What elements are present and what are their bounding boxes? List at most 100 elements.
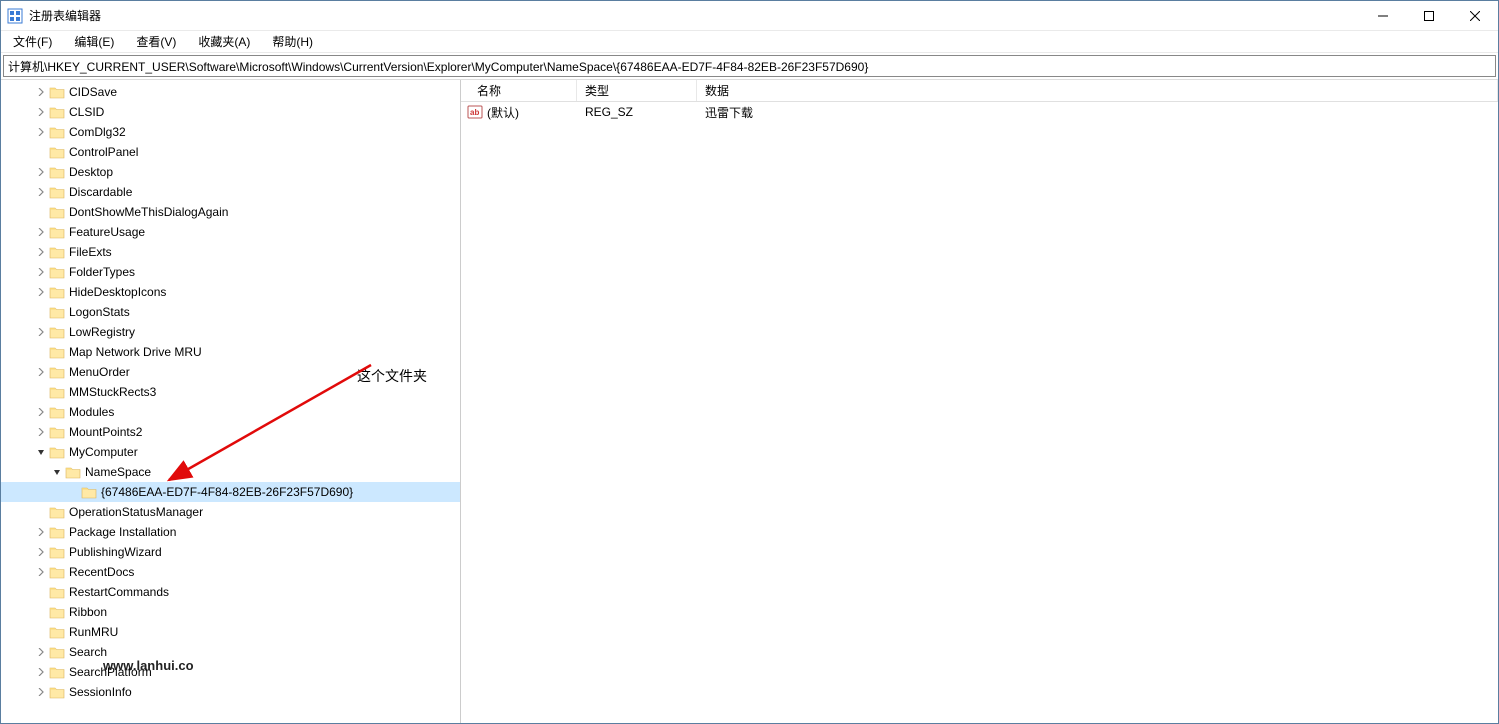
chevron-right-icon[interactable]: [33, 544, 49, 560]
tree-pane[interactable]: CIDSave CLSID ComDlg32 ControlPanel Desktop D…: [1, 80, 461, 723]
tree-item-label: FolderTypes: [69, 265, 135, 279]
folder-icon: [49, 245, 65, 259]
main-split: CIDSave CLSID ComDlg32 ControlPanel Desktop D…: [1, 79, 1498, 723]
column-type[interactable]: 类型: [577, 80, 697, 101]
tree-item[interactable]: CIDSave: [1, 82, 460, 102]
chevron-right-icon[interactable]: [33, 564, 49, 580]
tree-item[interactable]: {67486EAA-ED7F-4F84-82EB-26F23F57D690}: [1, 482, 460, 502]
tree-item-label: RestartCommands: [69, 585, 169, 599]
expander-none: [33, 384, 49, 400]
tree-item-label: CIDSave: [69, 85, 117, 99]
close-button[interactable]: [1452, 1, 1498, 30]
maximize-button[interactable]: [1406, 1, 1452, 30]
list-row[interactable]: (默认)REG_SZ迅雷下载: [461, 102, 1498, 122]
tree-item[interactable]: Discardable: [1, 182, 460, 202]
list-header: 名称 类型 数据: [461, 80, 1498, 102]
tree-item[interactable]: Search: [1, 642, 460, 662]
chevron-right-icon[interactable]: [33, 104, 49, 120]
tree-item[interactable]: FolderTypes: [1, 262, 460, 282]
tree-item[interactable]: Map Network Drive MRU: [1, 342, 460, 362]
tree-item-label: RecentDocs: [69, 565, 134, 579]
menu-view[interactable]: 查看(V): [132, 31, 180, 52]
menu-edit[interactable]: 编辑(E): [70, 31, 118, 52]
chevron-right-icon[interactable]: [33, 324, 49, 340]
chevron-right-icon[interactable]: [33, 184, 49, 200]
tree-item[interactable]: DontShowMeThisDialogAgain: [1, 202, 460, 222]
chevron-right-icon[interactable]: [33, 684, 49, 700]
tree-item-label: Package Installation: [69, 525, 176, 539]
chevron-right-icon[interactable]: [33, 224, 49, 240]
chevron-right-icon[interactable]: [33, 124, 49, 140]
chevron-right-icon[interactable]: [33, 84, 49, 100]
tree-item[interactable]: LowRegistry: [1, 322, 460, 342]
folder-icon: [49, 285, 65, 299]
expander-none: [33, 344, 49, 360]
tree-item[interactable]: Package Installation: [1, 522, 460, 542]
tree-item[interactable]: Modules: [1, 402, 460, 422]
list-pane: 名称 类型 数据 (默认)REG_SZ迅雷下载: [461, 80, 1498, 723]
folder-icon: [49, 345, 65, 359]
folder-icon: [49, 545, 65, 559]
tree-item[interactable]: PublishingWizard: [1, 542, 460, 562]
tree-item[interactable]: SearchPlatform: [1, 662, 460, 682]
address-bar[interactable]: 计算机\HKEY_CURRENT_USER\Software\Microsoft…: [3, 55, 1496, 77]
folder-icon: [49, 505, 65, 519]
folder-icon: [49, 185, 65, 199]
tree-item[interactable]: SessionInfo: [1, 682, 460, 702]
tree-item[interactable]: LogonStats: [1, 302, 460, 322]
menu-favorites[interactable]: 收藏夹(A): [194, 31, 254, 52]
chevron-right-icon[interactable]: [33, 284, 49, 300]
chevron-right-icon[interactable]: [33, 664, 49, 680]
tree-item[interactable]: OperationStatusManager: [1, 502, 460, 522]
chevron-right-icon[interactable]: [33, 364, 49, 380]
folder-icon: [49, 125, 65, 139]
tree-item[interactable]: RestartCommands: [1, 582, 460, 602]
column-name[interactable]: 名称: [461, 80, 577, 101]
chevron-down-icon[interactable]: [33, 444, 49, 460]
chevron-right-icon[interactable]: [33, 164, 49, 180]
chevron-right-icon[interactable]: [33, 644, 49, 660]
tree-item-label: Desktop: [69, 165, 113, 179]
tree-item[interactable]: Desktop: [1, 162, 460, 182]
chevron-right-icon[interactable]: [33, 404, 49, 420]
tree-item[interactable]: CLSID: [1, 102, 460, 122]
folder-icon: [49, 105, 65, 119]
annotation-text: 这个文件夹: [357, 366, 427, 386]
minimize-button[interactable]: [1360, 1, 1406, 30]
chevron-down-icon[interactable]: [49, 464, 65, 480]
tree-item[interactable]: MyComputer: [1, 442, 460, 462]
folder-icon: [49, 445, 65, 459]
menu-file[interactable]: 文件(F): [9, 31, 56, 52]
expander-none: [33, 584, 49, 600]
tree-item-label: Modules: [69, 405, 114, 419]
folder-icon: [49, 685, 65, 699]
tree-item-label: MyComputer: [69, 445, 138, 459]
tree-item[interactable]: NameSpace: [1, 462, 460, 482]
chevron-right-icon[interactable]: [33, 524, 49, 540]
tree-item[interactable]: Ribbon: [1, 602, 460, 622]
chevron-right-icon[interactable]: [33, 244, 49, 260]
chevron-right-icon[interactable]: [33, 264, 49, 280]
tree-item-label: FileExts: [69, 245, 112, 259]
tree-item[interactable]: RecentDocs: [1, 562, 460, 582]
tree-item[interactable]: MountPoints2: [1, 422, 460, 442]
tree-item-label: Ribbon: [69, 605, 107, 619]
tree-item[interactable]: FileExts: [1, 242, 460, 262]
tree-item[interactable]: ComDlg32: [1, 122, 460, 142]
reg-string-icon: [467, 105, 483, 119]
value-name: (默认): [487, 104, 519, 121]
title-bar: 注册表编辑器: [1, 1, 1498, 31]
tree-item[interactable]: FeatureUsage: [1, 222, 460, 242]
tree-item-label: ComDlg32: [69, 125, 126, 139]
tree-item[interactable]: ControlPanel: [1, 142, 460, 162]
tree-item[interactable]: HideDesktopIcons: [1, 282, 460, 302]
column-data[interactable]: 数据: [697, 80, 1498, 101]
expander-none: [33, 144, 49, 160]
folder-icon: [49, 425, 65, 439]
folder-icon: [49, 85, 65, 99]
folder-icon: [49, 145, 65, 159]
value-type: REG_SZ: [577, 105, 697, 119]
tree-item[interactable]: RunMRU: [1, 622, 460, 642]
chevron-right-icon[interactable]: [33, 424, 49, 440]
menu-help[interactable]: 帮助(H): [268, 31, 317, 52]
